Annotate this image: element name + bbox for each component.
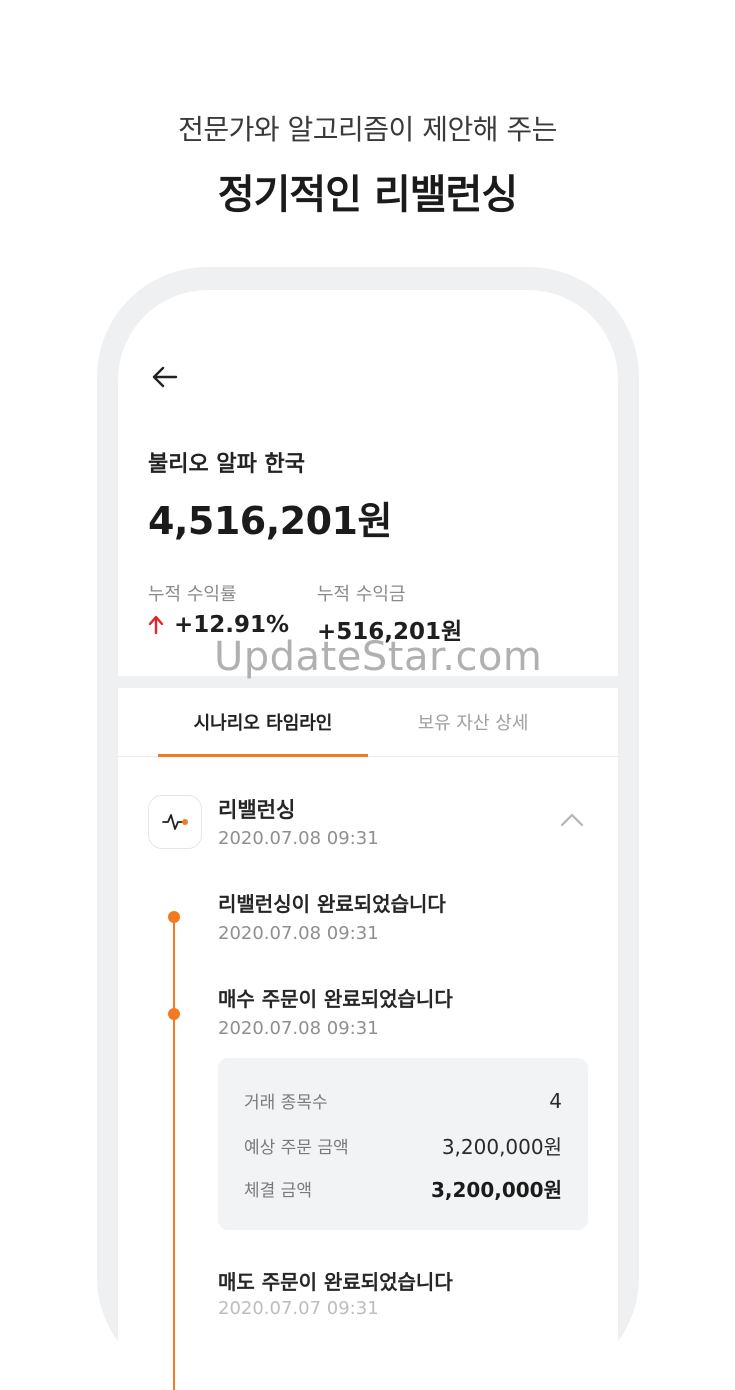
timeline-dot bbox=[168, 911, 180, 923]
timeline-item-date: 2020.07.07 09:31 bbox=[218, 1298, 379, 1319]
tab-scenario-timeline[interactable]: 시나리오 타임라인 bbox=[158, 688, 368, 757]
timeline-line bbox=[173, 917, 175, 1390]
order-detail-label: 체결 금액 bbox=[244, 1181, 312, 1201]
order-detail-value: 3,200,000원 bbox=[430, 1178, 562, 1202]
promo-title: 정기적인 리밸런싱 bbox=[217, 172, 518, 218]
tab-holdings-detail[interactable]: 보유 자산 상세 bbox=[368, 688, 578, 756]
event-icon-box bbox=[148, 795, 202, 849]
timeline-item-date: 2020.07.08 09:31 bbox=[218, 1018, 379, 1039]
order-detail-label: 거래 종목수 bbox=[244, 1093, 328, 1113]
timeline-item-title: 매수 주문이 완료되었습니다 bbox=[218, 987, 453, 1011]
chevron-up-icon[interactable] bbox=[558, 810, 586, 828]
pulse-icon bbox=[162, 814, 188, 830]
tab-bar: 시나리오 타임라인 보유 자산 상세 bbox=[118, 688, 618, 757]
cumulative-profit-label: 누적 수익금 bbox=[317, 584, 406, 605]
promo-subtitle: 전문가와 알고리즘이 제안해 주는 bbox=[178, 113, 557, 146]
timeline-item-title: 매도 주문이 완료되었습니다 bbox=[218, 1270, 453, 1294]
timeline-dot bbox=[168, 1008, 180, 1020]
order-detail-card: 거래 종목수 4 예상 주문 금액 3,200,000원 체결 금액 3,200… bbox=[218, 1058, 588, 1230]
order-detail-row: 체결 금액 3,200,000원 bbox=[244, 1174, 562, 1203]
account-balance: 4,516,201원 bbox=[148, 499, 392, 543]
fund-name: 불리오 알파 한국 bbox=[148, 452, 305, 477]
event-date: 2020.07.08 09:31 bbox=[218, 828, 379, 849]
timeline-item-title: 리밸런싱이 완료되었습니다 bbox=[218, 892, 446, 916]
phone-screen: 불리오 알파 한국 4,516,201원 누적 수익률 누적 수익금 +12.9… bbox=[118, 290, 618, 1390]
arrow-up-icon bbox=[148, 615, 164, 635]
order-detail-label: 예상 주문 금액 bbox=[244, 1138, 349, 1158]
cumulative-return-label: 누적 수익률 bbox=[148, 584, 237, 605]
order-detail-row: 거래 종목수 4 bbox=[244, 1088, 562, 1114]
order-detail-row: 예상 주문 금액 3,200,000원 bbox=[244, 1131, 562, 1160]
timeline-item-date: 2020.07.08 09:31 bbox=[218, 923, 379, 944]
event-title: 리밸런싱 bbox=[218, 798, 296, 822]
watermark-text: UpdateStar.com bbox=[214, 634, 543, 680]
arrow-left-icon bbox=[152, 366, 178, 388]
order-detail-value: 4 bbox=[549, 1088, 562, 1113]
back-button[interactable] bbox=[148, 360, 182, 394]
order-detail-value: 3,200,000원 bbox=[441, 1135, 562, 1159]
